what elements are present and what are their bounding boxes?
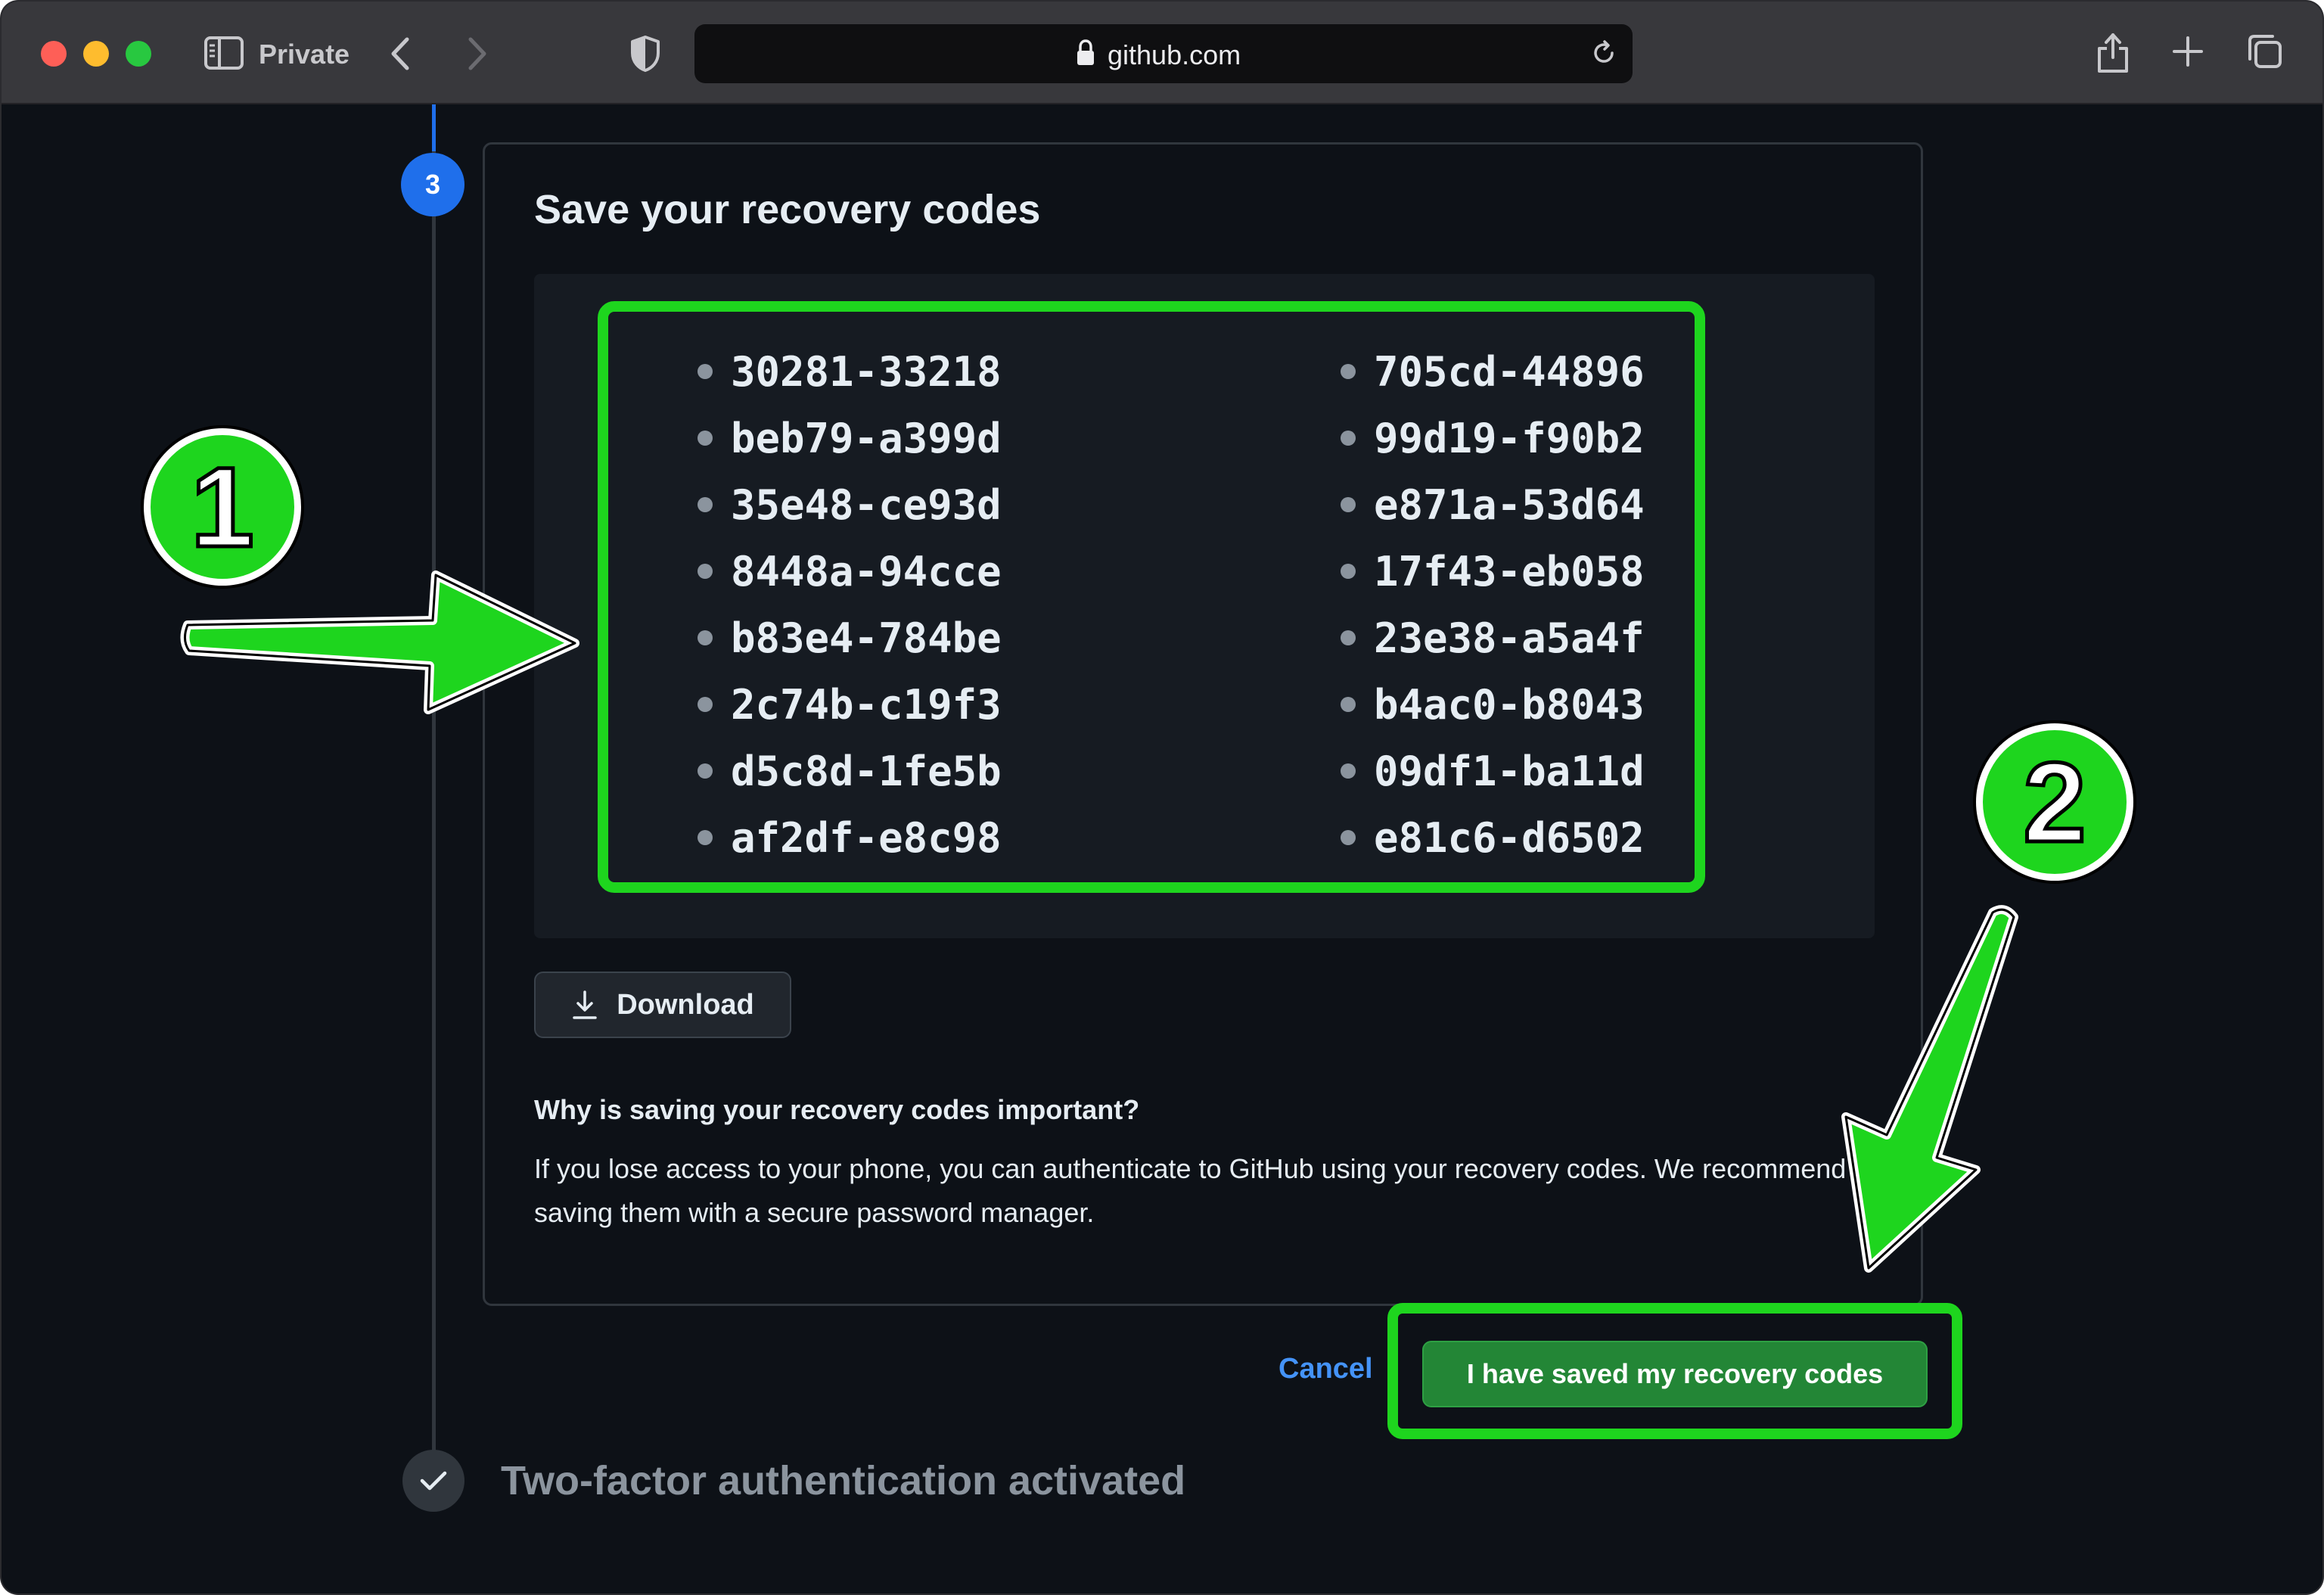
zoom-window-button[interactable] bbox=[126, 41, 151, 67]
new-tab-icon[interactable] bbox=[2171, 35, 2204, 68]
share-icon[interactable] bbox=[2096, 30, 2130, 74]
forward-icon[interactable] bbox=[464, 35, 489, 73]
info-body: If you lose access to your phone, you ca… bbox=[534, 1153, 1847, 1228]
reload-icon[interactable] bbox=[1590, 39, 1617, 67]
annotation-badge-1: 1 bbox=[144, 428, 301, 586]
download-label: Download bbox=[617, 988, 754, 1021]
step-number-badge: 3 bbox=[401, 153, 464, 216]
download-icon bbox=[573, 990, 597, 1019]
lock-icon bbox=[1077, 39, 1094, 65]
download-button[interactable]: Download bbox=[534, 972, 791, 1038]
tab-overview-icon[interactable] bbox=[2247, 33, 2283, 70]
check-icon bbox=[420, 1471, 447, 1491]
private-mode-label: Private bbox=[259, 39, 350, 70]
back-icon[interactable] bbox=[389, 35, 413, 73]
url-text: github.com bbox=[1108, 39, 1241, 70]
minimize-window-button[interactable] bbox=[83, 41, 109, 67]
browser-toolbar: Private github.com bbox=[2, 2, 2322, 104]
cancel-link[interactable]: Cancel bbox=[1279, 1353, 1373, 1385]
confirm-button-highlight-box bbox=[1387, 1303, 1962, 1439]
card-title: Save your recovery codes bbox=[534, 187, 1041, 232]
codes-highlight-box bbox=[598, 301, 1705, 893]
timeline-progress-segment bbox=[432, 104, 436, 151]
next-step-label: Two-factor authentication activated bbox=[501, 1458, 1186, 1503]
step-complete-badge bbox=[402, 1450, 464, 1512]
address-bar[interactable]: github.com bbox=[694, 24, 1633, 83]
sidebar-toggle-icon[interactable] bbox=[204, 36, 244, 70]
timeline-line bbox=[432, 151, 436, 1468]
close-window-button[interactable] bbox=[41, 41, 67, 67]
privacy-shield-icon[interactable] bbox=[629, 35, 661, 73]
annotation-badge-2: 2 bbox=[1976, 723, 2133, 881]
info-heading: Why is saving your recovery codes import… bbox=[534, 1094, 1140, 1125]
